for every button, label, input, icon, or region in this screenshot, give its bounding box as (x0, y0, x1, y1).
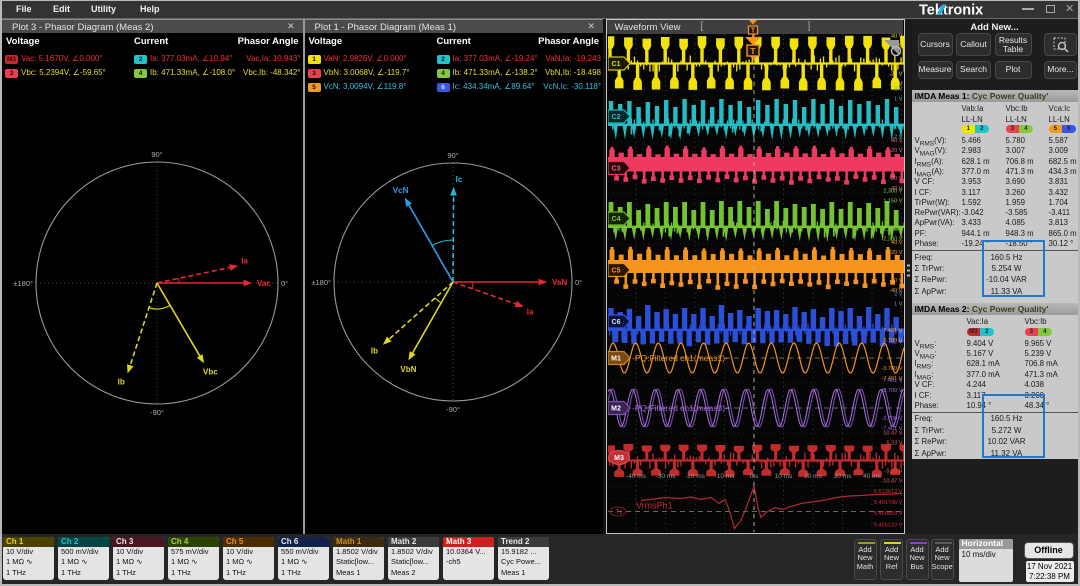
svg-text:10.47 V: 10.47 V (883, 431, 903, 437)
svg-text:VrmsPh1: VrmsPh1 (636, 501, 673, 511)
svg-text:5.491796 V: 5.491796 V (873, 500, 902, 506)
svg-text:40 V: 40 V (890, 240, 902, 246)
svg-text:Ib: Ib (118, 377, 125, 386)
svg-text:-1,150 V: -1,150 V (881, 227, 902, 233)
svg-text:20 V: 20 V (890, 250, 902, 256)
svg-text:1,150 V: 1,150 V (883, 199, 903, 205)
svg-text:20 V: 20 V (890, 148, 902, 154)
svg-text:Vac: Vac (257, 279, 271, 288)
svg-text:-3.700 V: -3.700 V (881, 366, 902, 372)
svg-text:0 s: 0 s (749, 473, 758, 480)
svg-text:30 ms: 30 ms (833, 473, 851, 480)
svg-text:-1 V: -1 V (892, 125, 903, 131)
svg-text:3.700 V: 3.700 V (883, 338, 903, 344)
svg-text:-20 V: -20 V (889, 176, 903, 182)
svg-text:-90°: -90° (150, 408, 164, 417)
svg-text:Vbc: Vbc (203, 367, 218, 376)
svg-text:Ia: Ia (241, 257, 248, 266)
svg-text:-90°: -90° (446, 405, 460, 414)
svg-text:1 V: 1 V (894, 97, 903, 103)
svg-text:-5.23 V: -5.23 V (884, 469, 902, 475)
svg-text:-40 ms: -40 ms (626, 473, 647, 480)
svg-text:40 V: 40 V (890, 138, 902, 144)
svg-text:2,300 V: 2,300 V (883, 189, 903, 195)
svg-text:VcN: VcN (392, 186, 408, 195)
svg-text:20 ms: 20 ms (804, 473, 822, 480)
svg-text:5.513612 V: 5.513612 V (873, 489, 902, 495)
svg-text:-PQ:Filtered ch1(meas1)-: -PQ:Filtered ch1(meas1)- (632, 353, 728, 363)
svg-text:M1: M1 (611, 356, 621, 363)
svg-text:C6: C6 (611, 319, 620, 326)
svg-text:2 V: 2 V (894, 292, 903, 298)
svg-text:10 ms: 10 ms (774, 473, 792, 480)
svg-text:90°: 90° (447, 151, 458, 160)
svg-text:5.459859 V: 5.459859 V (873, 511, 902, 517)
svg-text:7.401 V: 7.401 V (883, 328, 903, 334)
svg-text:C4: C4 (611, 216, 620, 223)
svg-text:Ib: Ib (370, 347, 377, 356)
svg-text:0°: 0° (575, 278, 582, 287)
svg-text:C3: C3 (611, 166, 620, 173)
svg-text:-10.47 V: -10.47 V (881, 479, 902, 485)
svg-text:1 V: 1 V (894, 302, 903, 308)
svg-text:M2: M2 (611, 406, 621, 413)
svg-text:-30 ms: -30 ms (655, 473, 676, 480)
svg-text:C2: C2 (611, 114, 620, 121)
svg-text:VbN: VbN (400, 365, 416, 374)
svg-text:-20 V: -20 V (889, 278, 903, 284)
svg-text:C1: C1 (611, 61, 620, 68)
svg-text:40 V: 40 V (890, 34, 902, 40)
svg-text:T1: T1 (615, 510, 623, 516)
svg-text:M3: M3 (614, 455, 624, 462)
svg-text:±180°: ±180° (311, 278, 331, 287)
svg-text:T: T (750, 28, 755, 35)
svg-text:VaN: VaN (552, 278, 567, 287)
svg-text:-20 V: -20 V (889, 72, 903, 78)
svg-text:7.401 V: 7.401 V (883, 378, 903, 384)
svg-text:-3.700 V: -3.700 V (881, 416, 902, 422)
svg-text:-PQ:Filtered ch1(meas3)-: -PQ:Filtered ch1(meas3)- (632, 403, 728, 413)
svg-text:Ic: Ic (455, 175, 462, 184)
svg-text:±180°: ±180° (13, 279, 33, 288)
svg-text:3.700 V: 3.700 V (883, 388, 903, 394)
svg-text:5.23 V: 5.23 V (886, 441, 902, 447)
svg-text:40 ms: 40 ms (863, 473, 881, 480)
svg-text:-20 ms: -20 ms (685, 473, 706, 480)
svg-text:0°: 0° (281, 279, 288, 288)
svg-text:5.426123 V: 5.426123 V (873, 523, 902, 529)
svg-text:-10 ms: -10 ms (714, 473, 735, 480)
svg-text:Ia: Ia (526, 308, 533, 317)
svg-text:2 V: 2 V (894, 87, 903, 93)
svg-text:Tektronix: Tektronix (919, 3, 983, 19)
svg-text:T: T (750, 46, 756, 56)
svg-text:90°: 90° (151, 150, 162, 159)
svg-text:C5: C5 (611, 268, 620, 275)
